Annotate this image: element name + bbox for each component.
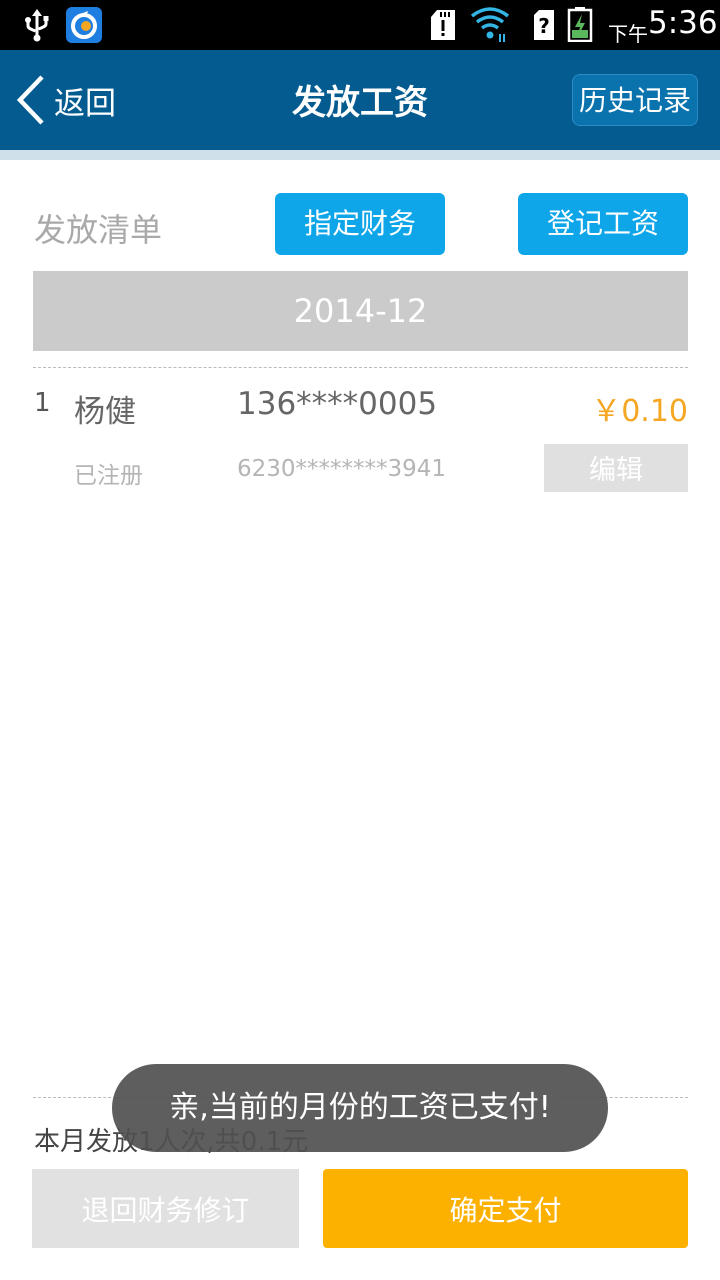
confirm-payment-button[interactable]: 确定支付 bbox=[323, 1169, 688, 1248]
month-header: 2014-12 bbox=[33, 271, 688, 351]
sd-card-alert-icon bbox=[431, 10, 455, 40]
toast-message: 亲,当前的月份的工资已支付! bbox=[112, 1064, 608, 1152]
employee-phone: 136****0005 bbox=[237, 386, 438, 422]
status-bar: ? 下午 5:36 bbox=[0, 0, 720, 50]
status-ampm: 下午 bbox=[608, 22, 648, 46]
nav-divider bbox=[0, 150, 720, 160]
row-index: 1 bbox=[34, 388, 51, 418]
register-salary-button[interactable]: 登记工资 bbox=[518, 193, 688, 255]
assign-finance-button[interactable]: 指定财务 bbox=[275, 193, 445, 255]
wifi-icon bbox=[470, 7, 510, 42]
svg-text:?: ? bbox=[538, 14, 550, 38]
salary-amount: ￥0.10 bbox=[591, 394, 688, 429]
registration-status: 已注册 bbox=[74, 463, 143, 489]
section-label: 发放清单 bbox=[34, 211, 163, 249]
status-time: 5:36 bbox=[648, 5, 718, 41]
app-notification-icon bbox=[66, 7, 102, 43]
bank-card-number: 6230********3941 bbox=[237, 456, 447, 482]
edit-button[interactable]: 编辑 bbox=[544, 444, 688, 492]
divider bbox=[33, 367, 688, 368]
return-to-finance-button[interactable]: 退回财务修订 bbox=[32, 1169, 299, 1248]
employee-name: 杨健 bbox=[74, 394, 136, 430]
no-sim-icon: ? bbox=[534, 10, 554, 40]
history-button[interactable]: 历史记录 bbox=[572, 74, 698, 126]
usb-icon bbox=[25, 9, 49, 42]
battery-charging-icon bbox=[567, 7, 593, 42]
